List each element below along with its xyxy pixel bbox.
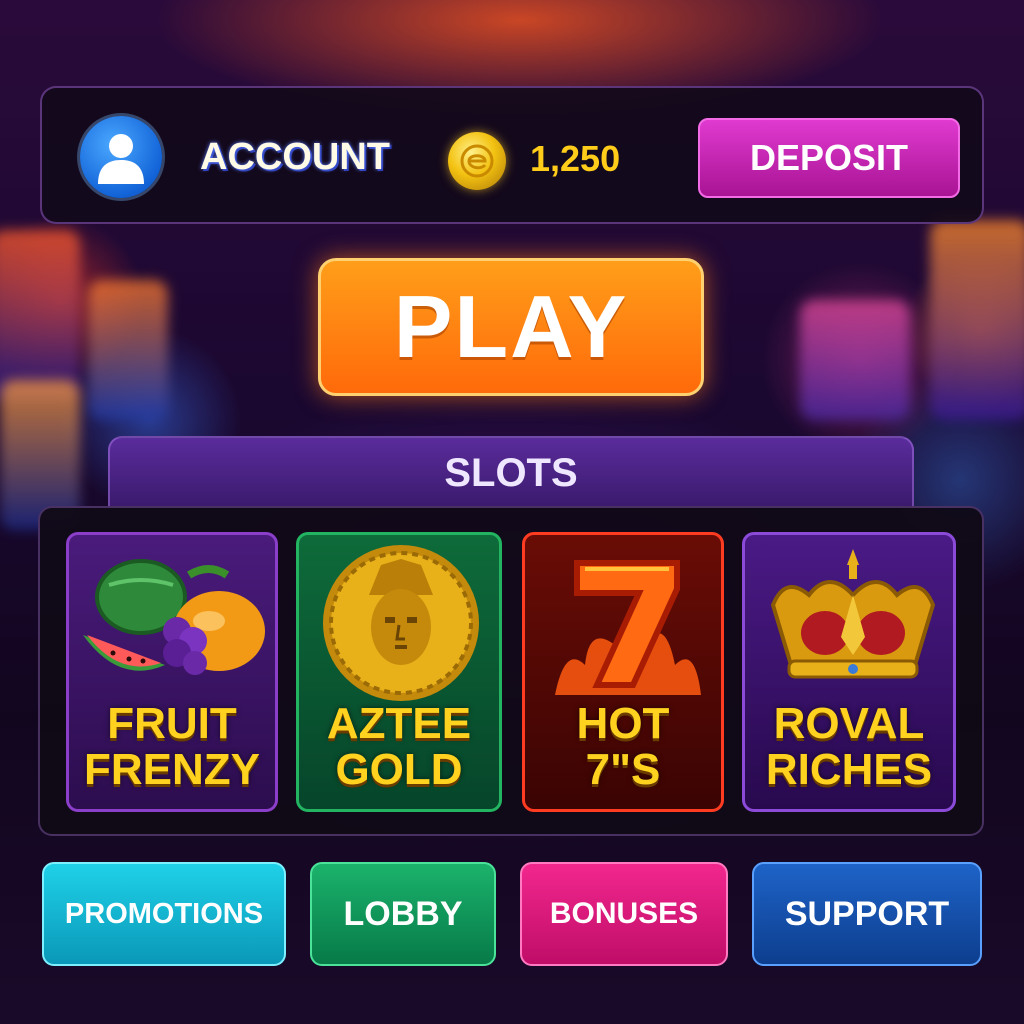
slot-title-line2: FRENZY (84, 745, 260, 794)
lobby-button[interactable]: LOBBY (310, 862, 496, 966)
slots-section-title: SLOTS (108, 436, 914, 508)
slots-panel: FRUIT FRENZY AZTEE GOLD HOT 7"S ROVAL RI… (38, 506, 984, 836)
slot-game-hot-7s[interactable]: HOT 7"S (522, 532, 724, 812)
slot-title-line1: AZTEE (326, 699, 472, 748)
slot-game-fruit-frenzy[interactable]: FRUIT FRENZY (66, 532, 278, 812)
deposit-button[interactable]: DEPOSIT (698, 118, 960, 198)
support-button[interactable]: SUPPORT (752, 862, 982, 966)
background-slot-machine (88, 280, 168, 420)
crown-icon (770, 549, 936, 679)
bonuses-button[interactable]: BONUSES (520, 862, 728, 966)
slot-title-line2: RICHES (765, 745, 933, 794)
account-bar: ACCOUNT 1,250 DEPOSIT (40, 86, 984, 224)
coin-icon (448, 132, 506, 190)
play-button[interactable]: PLAY (318, 258, 704, 396)
account-label[interactable]: ACCOUNT (200, 136, 390, 179)
coin-balance: 1,250 (530, 138, 621, 179)
lucky-seven-icon (555, 560, 701, 695)
promotions-button[interactable]: PROMOTIONS (42, 862, 286, 966)
background-slot-machine (800, 300, 910, 420)
background-slot-machine (0, 230, 80, 400)
aztec-coin-icon (323, 545, 479, 701)
slot-title-line1: ROVAL (773, 699, 925, 748)
slot-title-line1: FRUIT (107, 699, 237, 748)
slot-game-roval-riches[interactable]: ROVAL RICHES (742, 532, 956, 812)
slot-title-line1: HOT (576, 699, 670, 748)
slot-title-line2: 7"S (585, 745, 661, 794)
slot-game-aztee-gold[interactable]: AZTEE GOLD (296, 532, 502, 812)
user-avatar-icon[interactable] (80, 116, 162, 198)
background-slot-machine (930, 220, 1024, 420)
fruit-icon (83, 559, 265, 675)
slot-title-line2: GOLD (335, 745, 463, 794)
